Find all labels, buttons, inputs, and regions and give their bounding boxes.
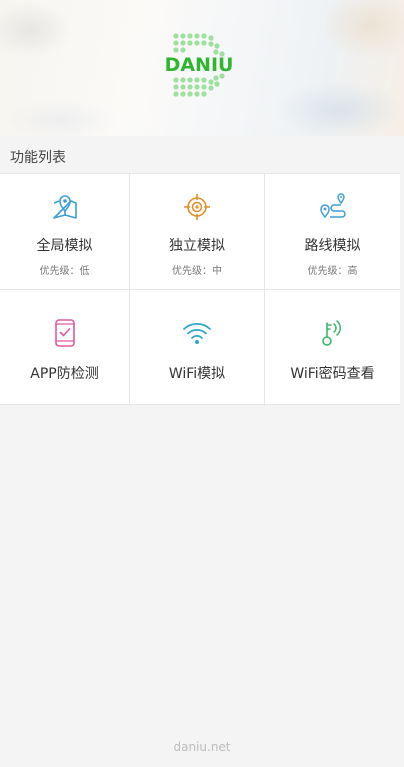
feature-priority: 优先级：低 (39, 266, 90, 277)
header-banner: DANIU (0, 0, 404, 136)
feature-grid: 全局模拟 优先级：低 独立模拟 优先级：中 路线模拟 优先级：高 APP防检测 … (0, 173, 400, 406)
feature-label: 全局模拟 (36, 238, 93, 254)
feature-priority: 优先级：高 (307, 266, 358, 277)
feature-wifi-simulation[interactable]: WiFi模拟 (130, 290, 265, 406)
route-icon (317, 191, 349, 223)
key-signal-icon (317, 317, 349, 349)
map-pin-icon (49, 191, 81, 223)
section-title: 功能列表 (10, 150, 66, 166)
footer-domain: daniu.net (173, 740, 231, 754)
feature-app-anti-detection[interactable]: APP防检测 (0, 290, 130, 406)
feature-global-simulation[interactable]: 全局模拟 优先级：低 (0, 174, 130, 290)
daniu-logo: DANIU (154, 30, 244, 100)
phone-check-icon (49, 317, 81, 349)
feature-independent-simulation[interactable]: 独立模拟 优先级：中 (130, 174, 265, 290)
feature-wifi-password-view[interactable]: WiFi密码查看 (265, 290, 400, 406)
feature-label: WiFi密码查看 (290, 366, 375, 382)
feature-route-simulation[interactable]: 路线模拟 优先级：高 (265, 174, 400, 290)
feature-label: 路线模拟 (304, 238, 361, 254)
feature-label: 独立模拟 (169, 238, 225, 254)
feature-priority: 优先级：中 (172, 266, 222, 277)
wifi-icon (181, 317, 213, 349)
logo-text: DANIU (165, 54, 234, 76)
target-crosshair-icon (181, 191, 213, 223)
feature-label: APP防检测 (30, 366, 99, 382)
feature-label: WiFi模拟 (168, 366, 226, 382)
